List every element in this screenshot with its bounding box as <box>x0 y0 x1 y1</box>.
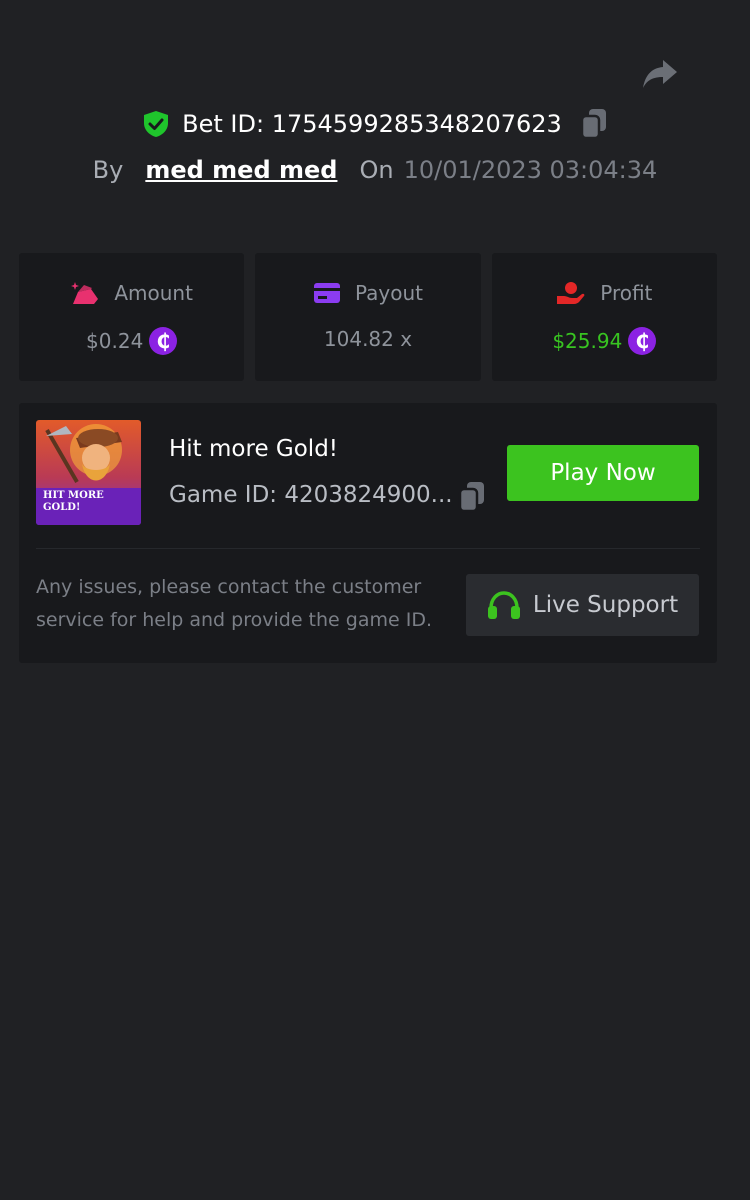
payout-value: 104.82 x <box>323 327 413 351</box>
game-title: Hit more Gold! <box>169 436 339 462</box>
share-icon <box>643 60 677 88</box>
amount-icon <box>71 282 99 304</box>
profit-hand-icon <box>557 282 585 304</box>
divider <box>36 548 700 549</box>
profit-value: $25.94 <box>552 329 623 353</box>
coin-icon: ₵ <box>628 327 657 355</box>
payout-card: Payout 104.82 x <box>255 253 481 381</box>
share-button[interactable] <box>640 56 680 92</box>
profit-label: Profit <box>600 281 653 305</box>
copy-game-id-icon[interactable] <box>458 481 486 513</box>
amount-label: Amount <box>114 281 193 305</box>
play-now-button[interactable]: Play Now <box>507 445 699 501</box>
copy-bet-id-icon[interactable] <box>580 108 608 140</box>
bet-id-row: Bet ID: 1754599285348207623 <box>0 108 750 140</box>
bet-meta-row: By med med med On 10/01/2023 03:04:34 <box>0 156 750 184</box>
amount-card: Amount $0.24 ₵ <box>19 253 245 381</box>
username-link[interactable]: med med med <box>145 156 337 184</box>
coin-icon: ₵ <box>149 327 178 355</box>
game-card: HIT MORE GOLD! Hit more Gold! Game ID: 4… <box>19 403 717 663</box>
shield-check-icon <box>144 111 169 137</box>
live-support-label: Live Support <box>532 592 679 618</box>
payout-label: Payout <box>354 281 423 305</box>
bet-id: Bet ID: 1754599285348207623 <box>182 110 562 138</box>
headset-icon <box>487 591 520 619</box>
amount-value: $0.24 <box>86 329 144 353</box>
live-support-button[interactable]: Live Support <box>466 574 699 636</box>
thumbnail-title: HIT MORE GOLD! <box>43 490 104 513</box>
profit-card: Profit $25.94 ₵ <box>491 253 717 381</box>
on-label: On <box>359 156 394 184</box>
help-text: Any issues, please contact the customer … <box>36 576 432 631</box>
game-thumbnail[interactable]: HIT MORE GOLD! <box>36 420 141 525</box>
game-id: Game ID: 4203824900... <box>169 482 453 508</box>
card-icon <box>313 283 340 303</box>
by-label: By <box>92 156 124 184</box>
bet-datetime: 10/01/2023 03:04:34 <box>403 156 658 184</box>
stats-row: Amount $0.24 ₵ Payout 104.82 x Profit $2… <box>19 253 717 381</box>
